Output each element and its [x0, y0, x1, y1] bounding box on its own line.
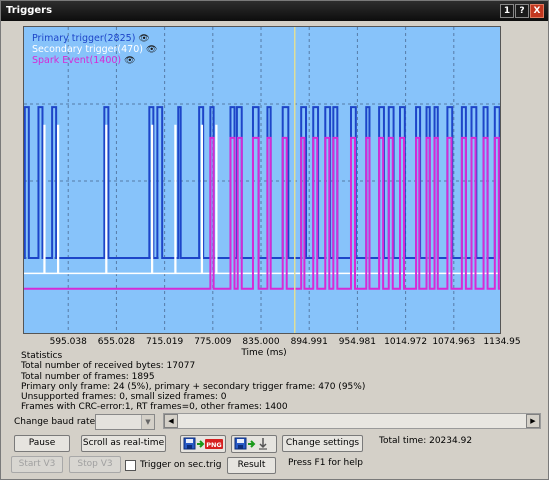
x-tick-label: 775.009 [194, 337, 232, 347]
trigger-plot[interactable]: Primary trigger(2825) 👁 Secondary trigger… [23, 26, 501, 334]
legend-secondary[interactable]: Secondary trigger(470) 👁 [32, 44, 157, 55]
stats-primary-frames: Primary only frame: 24 (5%), primary + s… [21, 381, 366, 392]
eye-icon[interactable]: 👁 [124, 56, 135, 66]
save-download-icon [234, 437, 267, 450]
help-button[interactable]: ? [515, 4, 529, 18]
pause-button[interactable]: Pause [14, 435, 70, 452]
result-button[interactable]: Result [227, 457, 276, 474]
legend-spark[interactable]: Spark Event(1400) 👁 [32, 55, 136, 66]
chevron-down-icon[interactable]: ▼ [141, 415, 154, 429]
triggers-window: Triggers 1 ? X Primary trigger(2825) 👁 Se… [0, 0, 549, 480]
help-hint: Press F1 for help [288, 458, 364, 468]
series-line-3 [24, 136, 500, 290]
eye-icon[interactable]: 👁 [146, 45, 157, 55]
scroll-right-icon[interactable]: ▶ [526, 414, 540, 428]
x-tick-label: 655.028 [97, 337, 136, 347]
stats-heading: Statistics [21, 351, 63, 361]
trigger-on-sec-label: Trigger on sec.trig [140, 460, 222, 470]
total-time: Total time: 20234.92 [379, 436, 473, 446]
baud-rate-select[interactable]: ▼ [95, 414, 155, 430]
legend-primary[interactable]: Primary trigger(2825) 👁 [32, 33, 150, 44]
trigger-plot-svg [24, 27, 500, 333]
legend-secondary-label: Secondary trigger(470) [32, 44, 143, 55]
statistics-panel: Statistics Total number of received byte… [21, 351, 365, 413]
eye-icon[interactable]: 👁 [138, 34, 149, 44]
stop-v3-button[interactable]: Stop V3 [69, 456, 121, 473]
save-to-png-icon: PNG [183, 437, 223, 450]
legend-spark-label: Spark Event(1400) [32, 55, 122, 66]
x-tick-label: 1074.963 [432, 337, 476, 347]
x-tick-label: 894.991 [290, 337, 328, 347]
svg-text:PNG: PNG [206, 441, 222, 449]
window-title: Triggers [6, 5, 53, 16]
x-tick-label: 835.000 [242, 337, 280, 347]
baud-rate-label: Change baud rate [14, 417, 96, 427]
title-bar: Triggers 1 ? X [1, 1, 548, 21]
trigger-on-sec-checkbox[interactable] [125, 460, 136, 471]
stats-total-frames: Total number of frames: 1895 [21, 371, 155, 382]
x-tick-label: 1014.972 [384, 337, 428, 347]
title-button-1[interactable]: 1 [500, 4, 514, 18]
scroll-left-icon[interactable]: ◀ [164, 414, 178, 428]
stats-unsupported-frames: Unsupported frames: 0, small sized frame… [21, 392, 227, 403]
save-png-button[interactable]: PNG [180, 435, 226, 453]
x-tick-label: 595.038 [49, 337, 87, 347]
save-download-button[interactable] [231, 435, 277, 453]
x-tick-label: 715.019 [146, 337, 184, 347]
stats-crc-frames: Frames with CRC-error:1, RT frames=0, ot… [21, 402, 288, 413]
start-v3-button[interactable]: Start V3 [11, 456, 63, 473]
time-scrollbar[interactable]: ◀ ▶ [163, 413, 541, 429]
legend-primary-label: Primary trigger(2825) [32, 33, 136, 44]
x-tick-label: 954.981 [338, 337, 377, 347]
stats-received-bytes: Total number of received bytes: 17077 [21, 361, 196, 372]
close-button[interactable]: X [530, 4, 544, 18]
scroll-realtime-button[interactable]: Scroll as real-time [81, 435, 166, 452]
x-tick-label: 1134.95 [483, 337, 521, 347]
change-settings-button[interactable]: Change settings [282, 435, 363, 452]
